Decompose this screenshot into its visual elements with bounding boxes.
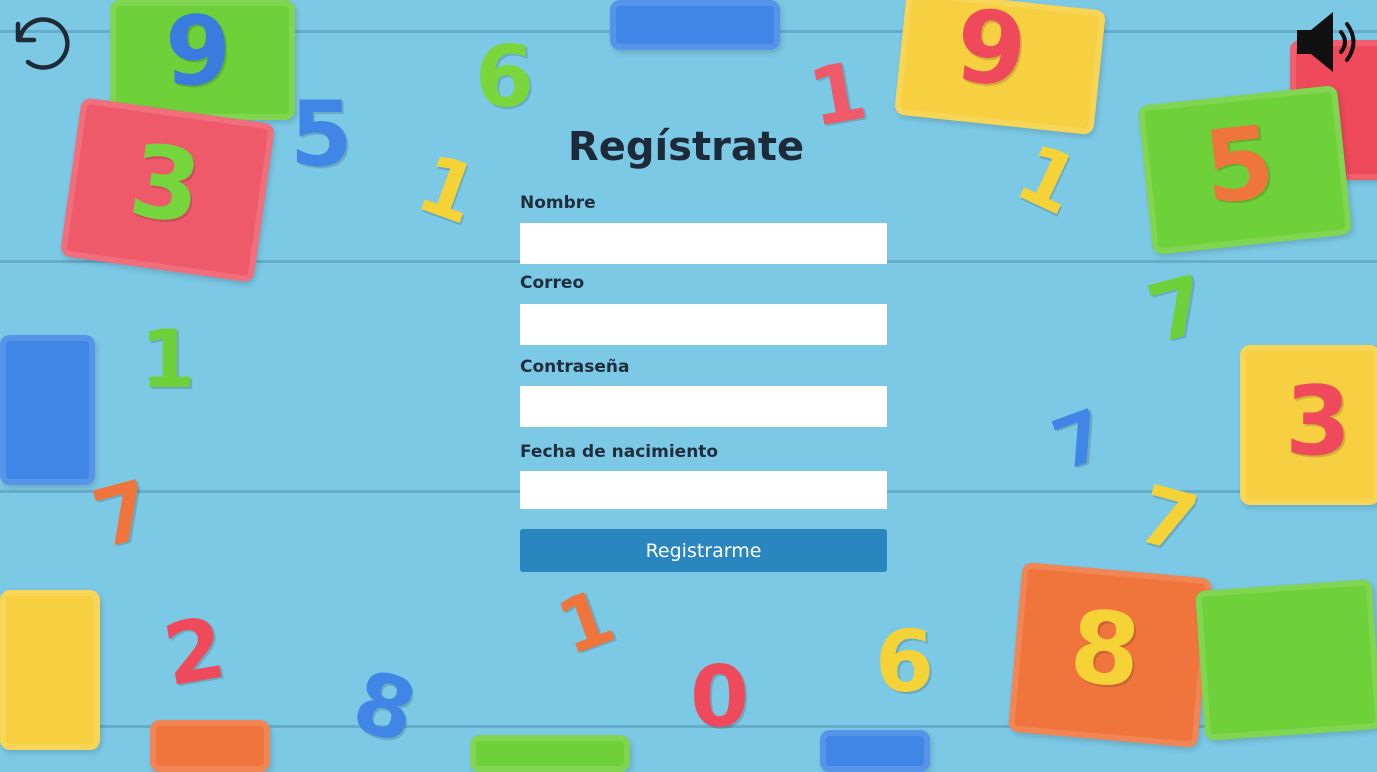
puzzle-tile-decoration bbox=[0, 335, 95, 485]
number-1-decoration: 1 bbox=[140, 313, 196, 406]
puzzle-tile-3-decoration: 3 bbox=[1240, 345, 1377, 505]
number-8-decoration: 8 bbox=[343, 652, 426, 763]
puzzle-tile-decoration bbox=[610, 0, 780, 50]
puzzle-tile-decoration bbox=[820, 730, 930, 772]
page-title: Regístrate bbox=[567, 124, 805, 170]
puzzle-tile-decoration bbox=[0, 590, 100, 750]
puzzle-tile-8-decoration: 8 bbox=[1007, 562, 1213, 748]
puzzle-tile-3-decoration: 3 bbox=[59, 97, 276, 283]
puzzle-tile-5-decoration: 5 bbox=[1137, 84, 1353, 256]
sound-button[interactable] bbox=[1293, 8, 1365, 76]
puzzle-tile-9-decoration: 9 bbox=[110, 0, 295, 120]
number-2-decoration: 2 bbox=[156, 598, 233, 707]
number-5-decoration: 5 bbox=[290, 82, 353, 187]
puzzle-tile-decoration bbox=[470, 735, 630, 772]
password-label: Contraseña bbox=[520, 357, 630, 377]
number-6-decoration: 6 bbox=[875, 613, 935, 712]
speaker-volume-icon bbox=[1297, 12, 1356, 72]
number-6-decoration: 6 bbox=[475, 28, 535, 127]
puzzle-tile-9-decoration: 9 bbox=[894, 0, 1106, 136]
number-7-decoration: 7 bbox=[1138, 257, 1217, 362]
number-7-decoration: 7 bbox=[1129, 467, 1207, 572]
number-1-decoration: 1 bbox=[1003, 125, 1093, 234]
number-0-decoration: 0 bbox=[690, 648, 750, 747]
password-input[interactable] bbox=[520, 386, 887, 427]
number-1-decoration: 1 bbox=[546, 571, 626, 673]
number-7-decoration: 7 bbox=[83, 462, 162, 567]
name-label: Nombre bbox=[520, 193, 596, 213]
puzzle-tile-decoration bbox=[1194, 579, 1377, 741]
email-label: Correo bbox=[520, 273, 585, 293]
undo-icon bbox=[15, 17, 70, 70]
back-button[interactable] bbox=[8, 10, 72, 74]
name-input[interactable] bbox=[520, 223, 887, 264]
puzzle-tile-decoration bbox=[150, 720, 270, 772]
email-input[interactable] bbox=[520, 304, 887, 345]
number-7-decoration: 7 bbox=[1042, 393, 1117, 487]
birthdate-label: Fecha de nacimiento bbox=[520, 442, 719, 462]
register-button[interactable]: Registrarme bbox=[520, 529, 887, 572]
birthdate-input[interactable] bbox=[520, 471, 887, 509]
number-1-decoration: 1 bbox=[405, 136, 491, 243]
